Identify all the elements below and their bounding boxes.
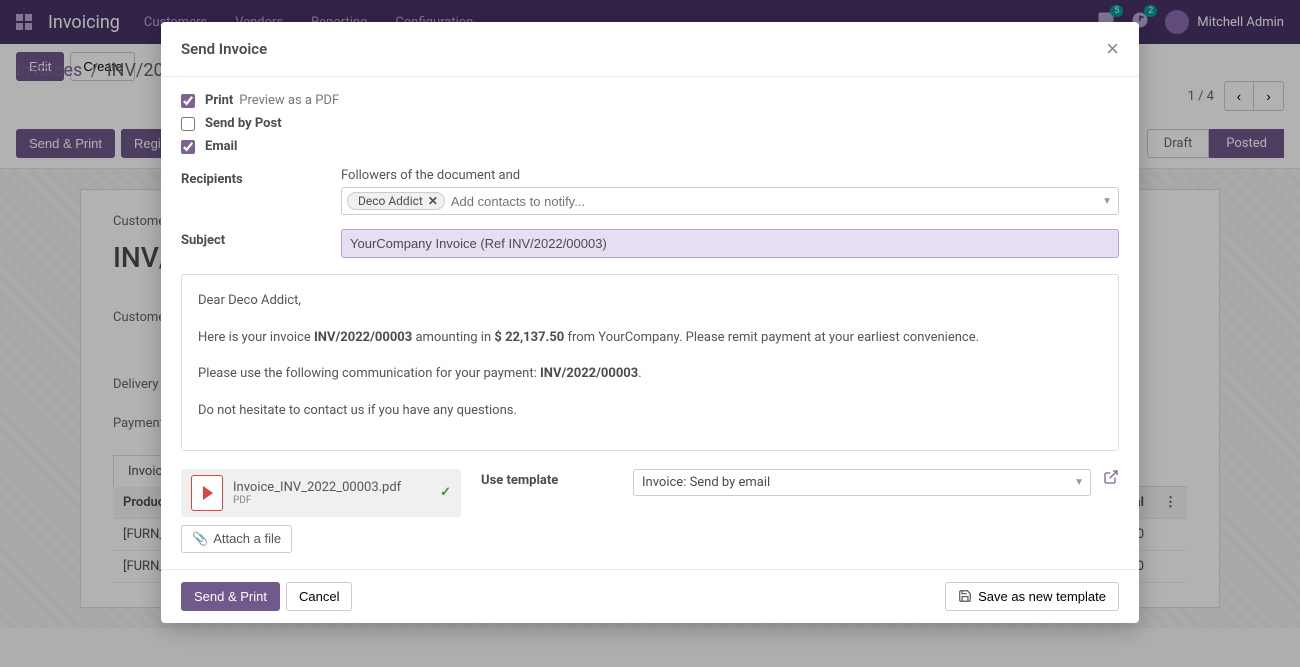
followers-text: Followers of the document and [341,168,1119,183]
body-line1: Here is your invoice INV/2022/00003 amou… [198,326,1102,351]
recipients-text-input[interactable] [445,192,1113,211]
body-line3: Do not hesitate to contact us if you hav… [198,399,1102,424]
body-line2: Please use the following communication f… [198,362,1102,387]
email-body-editor[interactable]: Dear Deco Addict, Here is your invoice I… [181,274,1119,451]
print-sublabel: Preview as a PDF [239,93,339,108]
chevron-down-icon[interactable]: ▼ [1074,477,1084,488]
pdf-icon [191,475,223,511]
post-checkbox[interactable] [181,117,195,131]
chevron-down-icon[interactable]: ▼ [1102,196,1112,207]
external-link-icon[interactable] [1103,469,1119,489]
attach-file-button[interactable]: 📎 Attach a file [181,525,292,553]
save-template-button[interactable]: Save as new template [945,582,1119,611]
save-icon [958,589,972,603]
modal-send-print-button[interactable]: Send & Print [181,582,280,611]
recipients-label: Recipients [181,168,341,215]
print-checkbox[interactable] [181,94,195,108]
paperclip-icon: 📎 [192,531,208,547]
print-label: Print [205,93,233,108]
recipients-input[interactable]: Deco Addict ✕ ▼ [341,187,1119,215]
template-select[interactable]: Invoice: Send by email ▼ [633,469,1091,496]
template-label: Use template [481,469,621,488]
body-greeting: Dear Deco Addict, [198,289,1102,314]
attachment-item[interactable]: Invoice_INV_2022_00003.pdf PDF ✓ [181,469,461,517]
modal-title: Send Invoice [181,40,267,58]
modal-close-button[interactable]: × [1106,36,1119,62]
email-checkbox[interactable] [181,140,195,154]
subject-input[interactable] [341,229,1119,258]
recipient-tag: Deco Addict ✕ [347,192,445,210]
check-icon: ✓ [440,485,451,500]
subject-label: Subject [181,229,341,258]
tag-remove-icon[interactable]: ✕ [428,194,438,208]
attachment-type: PDF [233,495,440,506]
send-invoice-modal: Send Invoice × Print Preview as a PDF Se… [161,22,1139,623]
template-value: Invoice: Send by email [642,475,770,490]
modal-cancel-button[interactable]: Cancel [286,582,352,611]
post-label: Send by Post [205,116,282,131]
attachment-name: Invoice_INV_2022_00003.pdf [233,480,440,495]
email-label: Email [205,139,237,154]
